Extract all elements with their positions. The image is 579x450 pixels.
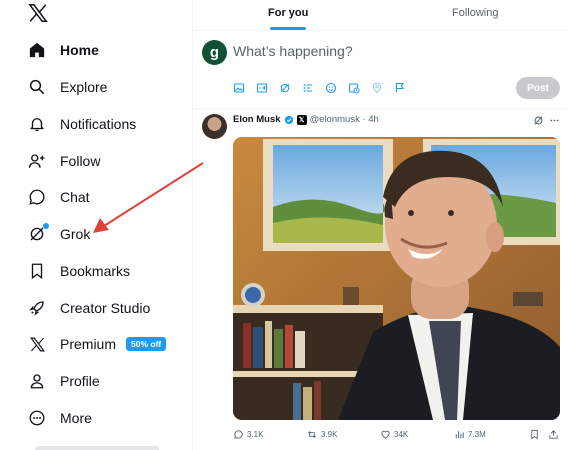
sidebar-item-label: Follow [60,153,101,169]
image-icon[interactable] [233,80,256,96]
compose-input[interactable] [233,43,433,59]
sidebar-item-label: Explore [60,79,108,95]
video-frame-illustration [233,137,560,420]
sidebar-item-label: Notifications [60,116,137,132]
like-button[interactable]: 34K [380,429,408,440]
repost-count: 3.9K [321,430,338,439]
sidebar-item-label: More [60,410,92,426]
repost-icon [308,431,316,438]
poll-icon[interactable] [302,80,325,96]
share-icon [549,430,558,439]
timeline: For you Following g Post Elon Musk 𝕏 @el… [193,0,579,450]
sidebar-item-label: Grok [60,226,91,242]
tweet-header: Elon Musk 𝕏 @elonmusk · 4h [233,114,379,125]
divider [193,108,569,109]
more-options-icon[interactable] [546,114,562,126]
sidebar-item-bookmarks[interactable]: Bookmarks [26,257,130,285]
sidebar-item-home[interactable]: Home [26,36,99,64]
sidebar-item-label: Home [60,42,99,58]
sidebar-item-label: Bookmarks [60,263,131,279]
follow-icon [26,150,48,172]
rocket-icon [26,297,48,319]
share-button[interactable] [548,429,562,440]
timeline-tabs: For you Following [193,0,569,30]
bell-icon [26,113,48,135]
sidebar-item-premium[interactable]: Premium 50% off [26,330,167,358]
sidebar-item-label: Premium [60,336,117,352]
heart-icon [381,430,390,439]
avatar[interactable] [202,114,227,139]
sidebar-item-creator-studio[interactable]: Creator Studio [26,294,150,322]
person-icon [26,370,48,392]
tab-for-you[interactable]: For you [268,7,308,19]
tweet-video[interactable] [233,137,560,420]
reply-count: 3.1K [247,430,264,439]
more-icon [26,407,48,429]
location-icon[interactable] [371,80,394,96]
search-icon [26,76,48,98]
bookmark-button[interactable] [529,429,543,440]
sidebar-item-chat[interactable]: Chat [26,183,90,211]
gif-icon[interactable] [256,80,279,96]
sidebar-item-more[interactable]: More [26,404,92,432]
verified-icon [284,115,293,124]
chat-icon [26,186,48,208]
home-icon [26,39,48,61]
reply-icon [234,430,243,439]
repost-button[interactable]: 3.9K [306,429,337,440]
avatar[interactable]: g [202,40,227,65]
views-icon [455,431,464,439]
affiliate-badge: 𝕏 [296,114,307,125]
x-icon [26,333,48,355]
divider [193,30,569,31]
reply-button[interactable]: 3.1K [233,429,263,440]
schedule-icon[interactable] [348,80,371,96]
emoji-icon[interactable] [325,80,348,96]
tweet-header-actions [530,114,562,126]
grok-icon[interactable] [279,80,302,96]
bookmark-icon [26,260,48,282]
sidebar-item-follow[interactable]: Follow [26,147,100,175]
compose-toolbar [233,80,417,96]
tweet-actions: 3.1K 3.9K 34K 7.3M [233,429,560,443]
flag-icon[interactable] [394,80,417,96]
sidebar-item-notifications[interactable]: Notifications [26,110,136,138]
sidebar-item-label: Chat [60,189,90,205]
author-handle[interactable]: @elonmusk · 4h [310,114,379,125]
grok-icon [26,223,49,245]
views-button[interactable]: 7.3M [454,429,486,440]
bookmark-icon [531,429,538,440]
like-count: 34K [394,430,409,439]
notification-dot [43,223,49,229]
x-logo-icon[interactable] [27,2,51,26]
sidebar-item-label: Profile [60,373,100,389]
author-name[interactable]: Elon Musk [233,114,281,125]
tab-following[interactable]: Following [452,7,498,19]
post-button-partial[interactable] [35,446,159,450]
view-count: 7.3M [468,430,486,439]
discount-badge: 50% off [126,337,167,351]
sidebar-item-label: Creator Studio [60,300,151,316]
sidebar-item-explore[interactable]: Explore [26,73,107,101]
post-button[interactable]: Post [516,77,560,99]
sidebar-item-grok[interactable]: Grok [26,220,90,248]
grok-icon[interactable] [530,114,546,126]
sidebar: Home Explore Notifications Follow Chat G… [0,0,192,450]
sidebar-item-profile[interactable]: Profile [26,367,100,395]
